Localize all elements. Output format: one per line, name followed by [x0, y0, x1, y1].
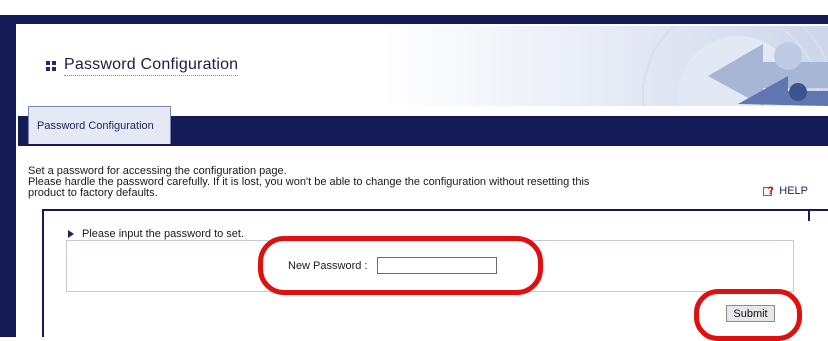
annotation-ring-submit: [694, 289, 802, 341]
help-link[interactable]: ? HELP: [763, 185, 808, 197]
help-icon: ?: [763, 185, 775, 197]
intro-line-3: product to factory defaults.: [28, 187, 158, 199]
instruction-text: Please input the password to set.: [82, 228, 245, 240]
tab-label: Password Configuration: [37, 119, 154, 132]
triangle-bullet-icon: [68, 230, 74, 238]
frame-top-border: [0, 15, 828, 24]
annotation-ring-password: [258, 236, 543, 295]
intro-text: Set a password for accessing the configu…: [28, 166, 818, 199]
tab-bar: Password Configuration: [18, 106, 828, 146]
title-wrap: Password Configuration: [46, 56, 239, 76]
page-title: Password Configuration: [64, 56, 239, 76]
settings-group-corner: [808, 209, 810, 221]
header-banner-art: [642, 26, 828, 106]
top-band: [0, 0, 828, 15]
help-label: HELP: [779, 185, 808, 197]
instruction: Please input the password to set.: [68, 228, 244, 240]
grid-bullet-icon: [46, 61, 56, 71]
page-header: Password Configuration: [18, 26, 828, 106]
frame-left-border: [0, 15, 16, 337]
tab-password-configuration[interactable]: Password Configuration: [28, 106, 171, 144]
